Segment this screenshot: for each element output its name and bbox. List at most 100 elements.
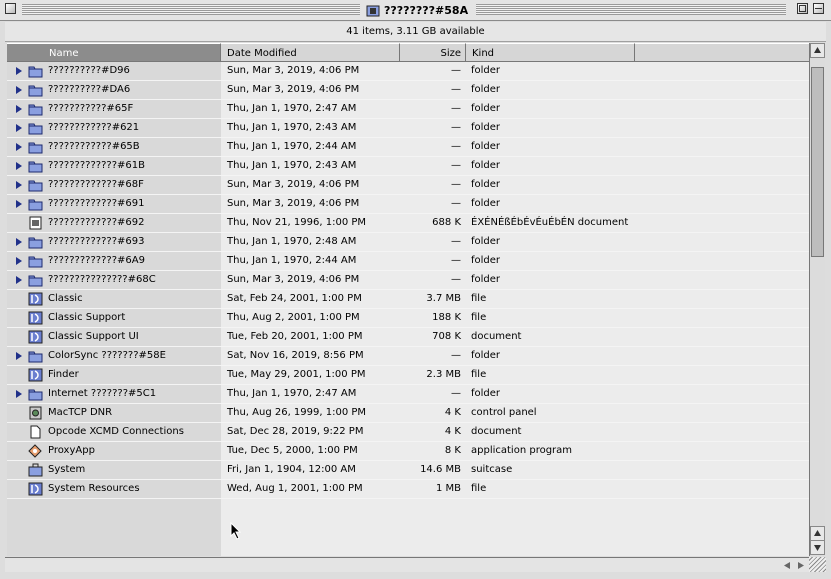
list-item[interactable]: ??????????#DA6 Sun, Mar 3, 2019, 4:06 PM —… xyxy=(7,81,809,100)
item-name[interactable]: ????????????#65B xyxy=(48,141,140,152)
folder-icon[interactable] xyxy=(28,197,43,211)
list-item[interactable]: System Fri, Jan 1, 1904, 12:00 AM 14.6 MB s… xyxy=(7,461,809,480)
disclosure-triangle-icon[interactable] xyxy=(16,86,22,94)
disclosure-triangle-icon[interactable] xyxy=(16,200,22,208)
column-header-size[interactable]: Size xyxy=(400,43,466,62)
folder-icon[interactable] xyxy=(28,178,43,192)
item-name[interactable]: Classic Support UI xyxy=(48,331,139,342)
folder-icon[interactable] xyxy=(28,349,43,363)
disclosure-triangle-icon[interactable] xyxy=(16,276,22,284)
list-item[interactable]: ????????????#621 Thu, Jan 1, 1970, 2:43 A… xyxy=(7,119,809,138)
list-item[interactable]: ?????????????#692 Thu, Nov 21, 1996, 1:00… xyxy=(7,214,809,233)
list-item[interactable]: ???????????#65F Thu, Jan 1, 1970, 2:47 AM… xyxy=(7,100,809,119)
folder-icon[interactable] xyxy=(28,83,43,97)
list-item[interactable]: ????????????#65B Thu, Jan 1, 1970, 2:44 A… xyxy=(7,138,809,157)
item-name-cell[interactable]: ???????????#65F xyxy=(7,100,221,118)
item-name[interactable]: Classic Support xyxy=(48,312,125,323)
item-name-cell[interactable]: Classic Support UI xyxy=(7,328,221,346)
close-box[interactable] xyxy=(5,3,16,14)
list-item[interactable]: ?????????????#61B Thu, Jan 1, 1970, 2:43 … xyxy=(7,157,809,176)
item-name-cell[interactable]: ????????????#65B xyxy=(7,138,221,156)
folder-icon[interactable] xyxy=(28,140,43,154)
document-icon[interactable] xyxy=(28,216,43,230)
folder-icon[interactable] xyxy=(28,159,43,173)
disclosure-triangle-icon[interactable] xyxy=(16,390,22,398)
item-name-cell[interactable]: Internet ???????#5C1 xyxy=(7,385,221,403)
list-item[interactable]: Classic Sat, Feb 24, 2001, 1:00 PM 3.7 MB f… xyxy=(7,290,809,309)
folder-icon[interactable] xyxy=(28,64,43,78)
item-name[interactable]: ?????????????#61B xyxy=(48,160,145,171)
system-file-icon[interactable] xyxy=(28,330,43,344)
item-name-cell[interactable]: Classic xyxy=(7,290,221,308)
disclosure-triangle-icon[interactable] xyxy=(16,162,22,170)
item-name[interactable]: ColorSync ???????#58E xyxy=(48,350,166,361)
window-title-bar[interactable]: ????????#58A xyxy=(0,0,831,21)
list-item[interactable]: ??????????#D96 Sun, Mar 3, 2019, 4:06 PM —… xyxy=(7,62,809,81)
item-name[interactable]: ?????????????#692 xyxy=(48,217,144,228)
item-name-cell[interactable]: ??????????#D96 xyxy=(7,62,221,80)
item-name[interactable]: Finder xyxy=(48,369,79,380)
disclosure-triangle-icon[interactable] xyxy=(16,124,22,132)
system-file-icon[interactable] xyxy=(28,482,43,496)
scroll-up-arrow[interactable] xyxy=(810,526,825,541)
item-name-cell[interactable]: System xyxy=(7,461,221,479)
system-file-icon[interactable] xyxy=(28,311,43,325)
folder-icon[interactable] xyxy=(28,235,43,249)
list-item[interactable]: Classic Support Thu, Aug 2, 2001, 1:00 PM… xyxy=(7,309,809,328)
list-item[interactable]: ProxyApp Tue, Dec 5, 2000, 1:00 PM 8 K appl… xyxy=(7,442,809,461)
list-item[interactable]: ?????????????#6A9 Thu, Jan 1, 1970, 2:44 … xyxy=(7,252,809,271)
folder-icon[interactable] xyxy=(28,102,43,116)
item-name[interactable]: ?????????????#6A9 xyxy=(48,255,145,266)
item-name-cell[interactable]: ?????????????#691 xyxy=(7,195,221,213)
item-name-cell[interactable]: ????????????#621 xyxy=(7,119,221,137)
item-name-cell[interactable]: ?????????????#6A9 xyxy=(7,252,221,270)
system-file-icon[interactable] xyxy=(28,292,43,306)
folder-icon[interactable] xyxy=(28,273,43,287)
item-name[interactable]: ?????????????#691 xyxy=(48,198,144,209)
item-name[interactable]: ???????????#65F xyxy=(48,103,133,114)
list-item[interactable]: System Resources Wed, Aug 1, 2001, 1:00 P… xyxy=(7,480,809,499)
application-icon[interactable] xyxy=(28,444,43,458)
disclosure-triangle-icon[interactable] xyxy=(16,181,22,189)
item-name[interactable]: Internet ???????#5C1 xyxy=(48,388,156,399)
scroll-down-arrow[interactable] xyxy=(810,540,825,555)
item-name[interactable]: ??????????#D96 xyxy=(48,65,130,76)
item-name[interactable]: System Resources xyxy=(48,483,140,494)
list-item[interactable]: Internet ???????#5C1 Thu, Jan 1, 1970, 2:… xyxy=(7,385,809,404)
item-name[interactable]: ?????????????#68F xyxy=(48,179,144,190)
list-item[interactable]: ?????????????#693 Thu, Jan 1, 1970, 2:48 … xyxy=(7,233,809,252)
collapse-box[interactable] xyxy=(813,3,824,14)
item-name-cell[interactable]: ?????????????#692 xyxy=(7,214,221,232)
list-item[interactable]: ColorSync ???????#58E Sat, Nov 16, 2019, … xyxy=(7,347,809,366)
scroll-left-arrow[interactable] xyxy=(781,560,793,571)
sort-direction-button[interactable] xyxy=(810,43,825,58)
list-item[interactable]: Classic Support UI Tue, Feb 20, 2001, 1:0… xyxy=(7,328,809,347)
item-name-cell[interactable]: Classic Support xyxy=(7,309,221,327)
item-name[interactable]: ????????????#621 xyxy=(48,122,139,133)
item-name-cell[interactable]: ??????????#DA6 xyxy=(7,81,221,99)
resize-grow-box[interactable] xyxy=(809,557,826,572)
list-item[interactable]: MacTCP DNR Thu, Aug 26, 1999, 1:00 PM 4 K c… xyxy=(7,404,809,423)
item-name[interactable]: System xyxy=(48,464,85,475)
disclosure-triangle-icon[interactable] xyxy=(16,143,22,151)
item-name[interactable]: ProxyApp xyxy=(48,445,95,456)
item-name[interactable]: Classic xyxy=(48,293,83,304)
file-list[interactable]: ??????????#D96 Sun, Mar 3, 2019, 4:06 PM —… xyxy=(7,62,809,556)
item-name[interactable]: ???????????????#68C xyxy=(48,274,156,285)
suitcase-icon[interactable] xyxy=(28,463,43,477)
item-name-cell[interactable]: MacTCP DNR xyxy=(7,404,221,422)
column-header-kind[interactable]: Kind xyxy=(466,43,635,62)
item-name-cell[interactable]: Opcode XCMD Connections xyxy=(7,423,221,441)
list-item[interactable]: Finder Tue, May 29, 2001, 1:00 PM 2.3 MB fi… xyxy=(7,366,809,385)
disclosure-triangle-icon[interactable] xyxy=(16,352,22,360)
item-name-cell[interactable]: ProxyApp xyxy=(7,442,221,460)
list-item[interactable]: ???????????????#68C Sun, Mar 3, 2019, 4:0… xyxy=(7,271,809,290)
item-name-cell[interactable]: System Resources xyxy=(7,480,221,498)
disclosure-triangle-icon[interactable] xyxy=(16,257,22,265)
scroll-right-arrow[interactable] xyxy=(795,560,807,571)
horizontal-scrollbar[interactable] xyxy=(5,557,809,572)
folder-icon[interactable] xyxy=(28,254,43,268)
disclosure-triangle-icon[interactable] xyxy=(16,105,22,113)
item-name-cell[interactable]: ?????????????#61B xyxy=(7,157,221,175)
item-name-cell[interactable]: ???????????????#68C xyxy=(7,271,221,289)
